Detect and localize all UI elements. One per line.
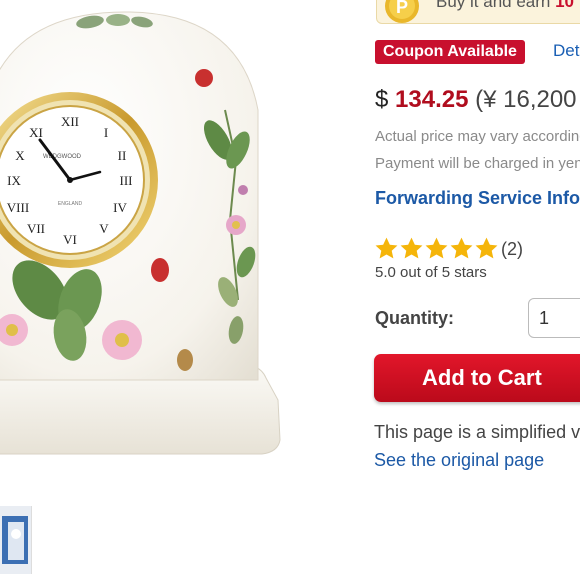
review-count-link[interactable]: (2) [501, 239, 523, 260]
svg-text:II: II [118, 148, 127, 163]
svg-text:XII: XII [61, 114, 79, 129]
price-yen: (¥ 16,200 [475, 86, 577, 113]
svg-text:VIII: VIII [7, 200, 29, 215]
clock-origin-text: ENGLAND [58, 201, 83, 207]
svg-text:P: P [396, 0, 408, 17]
promo-text: Buy it and earn [436, 0, 551, 11]
svg-text:VI: VI [63, 232, 77, 247]
coin-icon: P [384, 0, 420, 24]
svg-text:XI: XI [29, 125, 43, 140]
star-icon [375, 237, 398, 259]
star-icon [400, 237, 423, 259]
star-icon [425, 237, 448, 259]
actual-price-note: Actual price may vary according [375, 128, 580, 145]
svg-text:III: III [120, 173, 133, 188]
payment-note: Payment will be charged in yen [375, 155, 580, 172]
simplified-page-text: This page is a simplified v [374, 422, 580, 442]
promo-highlight: 10 [555, 0, 575, 11]
quantity-label: Quantity: [375, 308, 454, 328]
product-image[interactable]: XII I II III IV V VI VII VIII IX X XI WE… [0, 0, 290, 500]
clock-brand-text: WEDGWOOD [43, 154, 82, 160]
svg-text:X: X [15, 148, 25, 163]
price: $ 134.25 (¥ 16,200 [375, 86, 577, 114]
add-to-cart-button[interactable]: Add to Cart [374, 354, 580, 402]
price-currency: $ [375, 86, 389, 113]
star-icon [475, 237, 498, 259]
star-icon [450, 237, 473, 259]
forwarding-service-link[interactable]: Forwarding Service Info [375, 188, 580, 209]
price-amount: 134.25 [395, 86, 469, 113]
coupon-badge[interactable]: Coupon Available [375, 40, 525, 64]
svg-text:IX: IX [7, 173, 21, 188]
rating-stars[interactable] [374, 236, 499, 262]
points-promo-text: Buy it and earn 10 [436, 0, 574, 12]
coupon-details-link[interactable]: Det [553, 41, 579, 61]
svg-text:V: V [99, 221, 109, 236]
svg-text:VII: VII [27, 221, 45, 236]
rating-text: 5.0 out of 5 stars [375, 264, 487, 281]
original-page-link[interactable]: See the original page [374, 450, 544, 471]
quantity-input[interactable] [528, 298, 580, 338]
svg-text:I: I [104, 125, 108, 140]
svg-text:IV: IV [113, 200, 127, 215]
product-thumbnail[interactable] [0, 506, 32, 574]
